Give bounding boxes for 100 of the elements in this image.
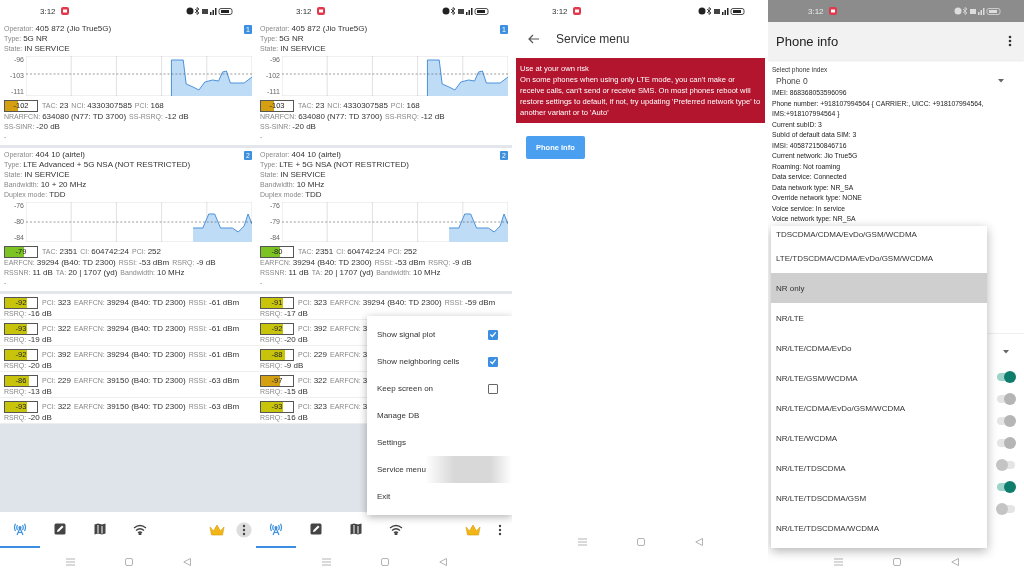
status-icons-drawing [698,7,748,15]
field-value: -9 dB [452,258,472,268]
field-value: LTE + 5G NSA (NOT RESTRICTED) [279,160,409,170]
field-value: IN SERVICE [24,44,70,54]
menu-item[interactable]: Show neighboring cells [367,348,512,375]
toggle-switch[interactable] [997,373,1015,381]
home-icon[interactable] [636,538,645,546]
recent-apps-icon[interactable] [577,538,587,546]
field-value: LTE Advanced + 5G NSA (NOT RESTRICTED) [23,160,191,170]
network-type-option[interactable]: NR/LTE/GSM/WCDMA [771,363,987,393]
map-icon [94,523,106,535]
field-value: 2351 [315,246,334,257]
field-value: 322 [313,375,327,386]
field-value: -61 dBm [209,297,240,308]
phone-index-dropdown[interactable]: Phone 0 [772,74,1020,88]
field-value: 168 [406,100,420,111]
back-icon[interactable] [438,558,447,566]
recent-apps-icon[interactable] [65,558,75,566]
field-value: 39294 (B40: TD 2300) [106,349,186,360]
status-time: 3:12 [808,6,824,16]
dropdown-arrow-icon[interactable] [1003,350,1009,354]
field-value: 3 [362,401,368,412]
field-value: -20 dB [28,361,52,371]
home-icon[interactable] [380,558,389,566]
menu-item[interactable]: Manage DB [367,402,512,429]
field-value: 3 [362,375,368,386]
field-value: -63 dBm [209,401,240,412]
field-value: 404 10 (airtel) [35,150,85,160]
field-value: 23 [59,100,69,111]
field-value: IN SERVICE [280,170,326,180]
home-icon[interactable] [892,558,901,566]
back-arrow-icon[interactable] [528,34,540,44]
crown-icon [465,524,481,536]
toggle-switch[interactable] [997,483,1015,491]
network-type-option[interactable]: NR/LTE/CDMA/EvDo [771,333,987,363]
status-time: 3:12 [296,6,312,16]
checkbox[interactable] [488,356,498,367]
menu-item[interactable]: Exit [367,483,512,510]
edit-note-icon [310,523,322,535]
more-vertical-icon [242,524,246,536]
network-type-option[interactable]: NR/LTE/CDMA/EvDo/GSM/WCDMA [771,393,987,423]
field-value: -12 dB [164,112,189,122]
wifi-icon [133,523,147,535]
field-value: 322 [57,323,71,334]
field-value: -15 dB [284,387,308,397]
field-value: 11 dB [288,268,309,278]
network-type-option[interactable]: TDSCDMA/CDMA/EvDo/GSM/WCDMA [771,226,987,243]
field-value: -16 dB [284,413,308,423]
field-value: 252 [403,246,417,257]
more-vertical-icon[interactable] [1008,35,1012,47]
status-time: 3:12 [552,6,568,16]
field-value: 10 MHz [296,180,325,190]
field-value: 323 [313,297,327,308]
field-value: -20 dB [292,122,316,132]
field-value: -9 dB [196,258,216,268]
field-value: 404 10 (airtel) [291,150,341,160]
field-value: -20 dB [36,122,60,132]
back-icon[interactable] [950,558,959,566]
field-value: 392 [57,349,71,360]
field-value: 10 MHz [157,268,185,278]
menu-item[interactable]: Settings [367,429,512,456]
network-type-option[interactable]: NR/LTE/TDSCDMA/WCDMA [771,513,987,543]
antenna-icon [269,522,283,536]
field-value: -13 dB [28,387,52,397]
network-type-option[interactable]: LTE/TDSCDMA/CDMA/EvDo/GSM/WCDMA [771,243,987,273]
field-value: 634080 (N77: TD 3700) [298,112,383,122]
network-type-option[interactable]: NR only [771,273,987,303]
field-value: 405 872 (Jio True5G) [35,24,112,34]
network-type-option[interactable]: NR/LTE [771,303,987,333]
checkbox[interactable] [488,329,498,340]
field-value: 392 [313,323,327,334]
field-value: 5G NR [23,34,48,44]
field-value: 323 [57,297,71,308]
recent-apps-icon[interactable] [321,558,331,566]
status-icons-drawing [954,7,1004,15]
recent-apps-icon[interactable] [833,558,843,566]
field-value: IN SERVICE [280,44,326,54]
field-value: 229 [57,375,71,386]
screen-title: Service menu [556,32,630,46]
field-value: -53 dBm [395,258,426,268]
field-value: TDD [305,190,322,200]
menu-item[interactable]: Show signal plot [367,321,512,348]
menu-item[interactable]: Keep screen on [367,375,512,402]
field-value: 168 [150,100,164,111]
home-icon[interactable] [124,558,133,566]
map-icon [350,523,362,535]
field-value: -12 dB [420,112,445,122]
back-icon[interactable] [182,558,191,566]
field-value: 323 [313,401,327,412]
toggle-switch[interactable] [997,505,1015,513]
network-type-option[interactable]: NR/LTE/WCDMA [771,423,987,453]
checkbox[interactable] [488,383,498,394]
network-type-option[interactable]: NR/LTE/TDSCDMA [771,453,987,483]
field-value: 405 872 (Jio True5G) [291,24,368,34]
back-icon[interactable] [694,538,703,546]
toggle-switch[interactable] [997,461,1015,469]
network-type-option[interactable]: NR/LTE/TDSCDMA/GSM [771,483,987,513]
field-value: 39294 (B40: TD 2300) [106,323,186,334]
field-value: -53 dBm [139,258,170,268]
dropdown-arrow-icon [998,79,1004,83]
